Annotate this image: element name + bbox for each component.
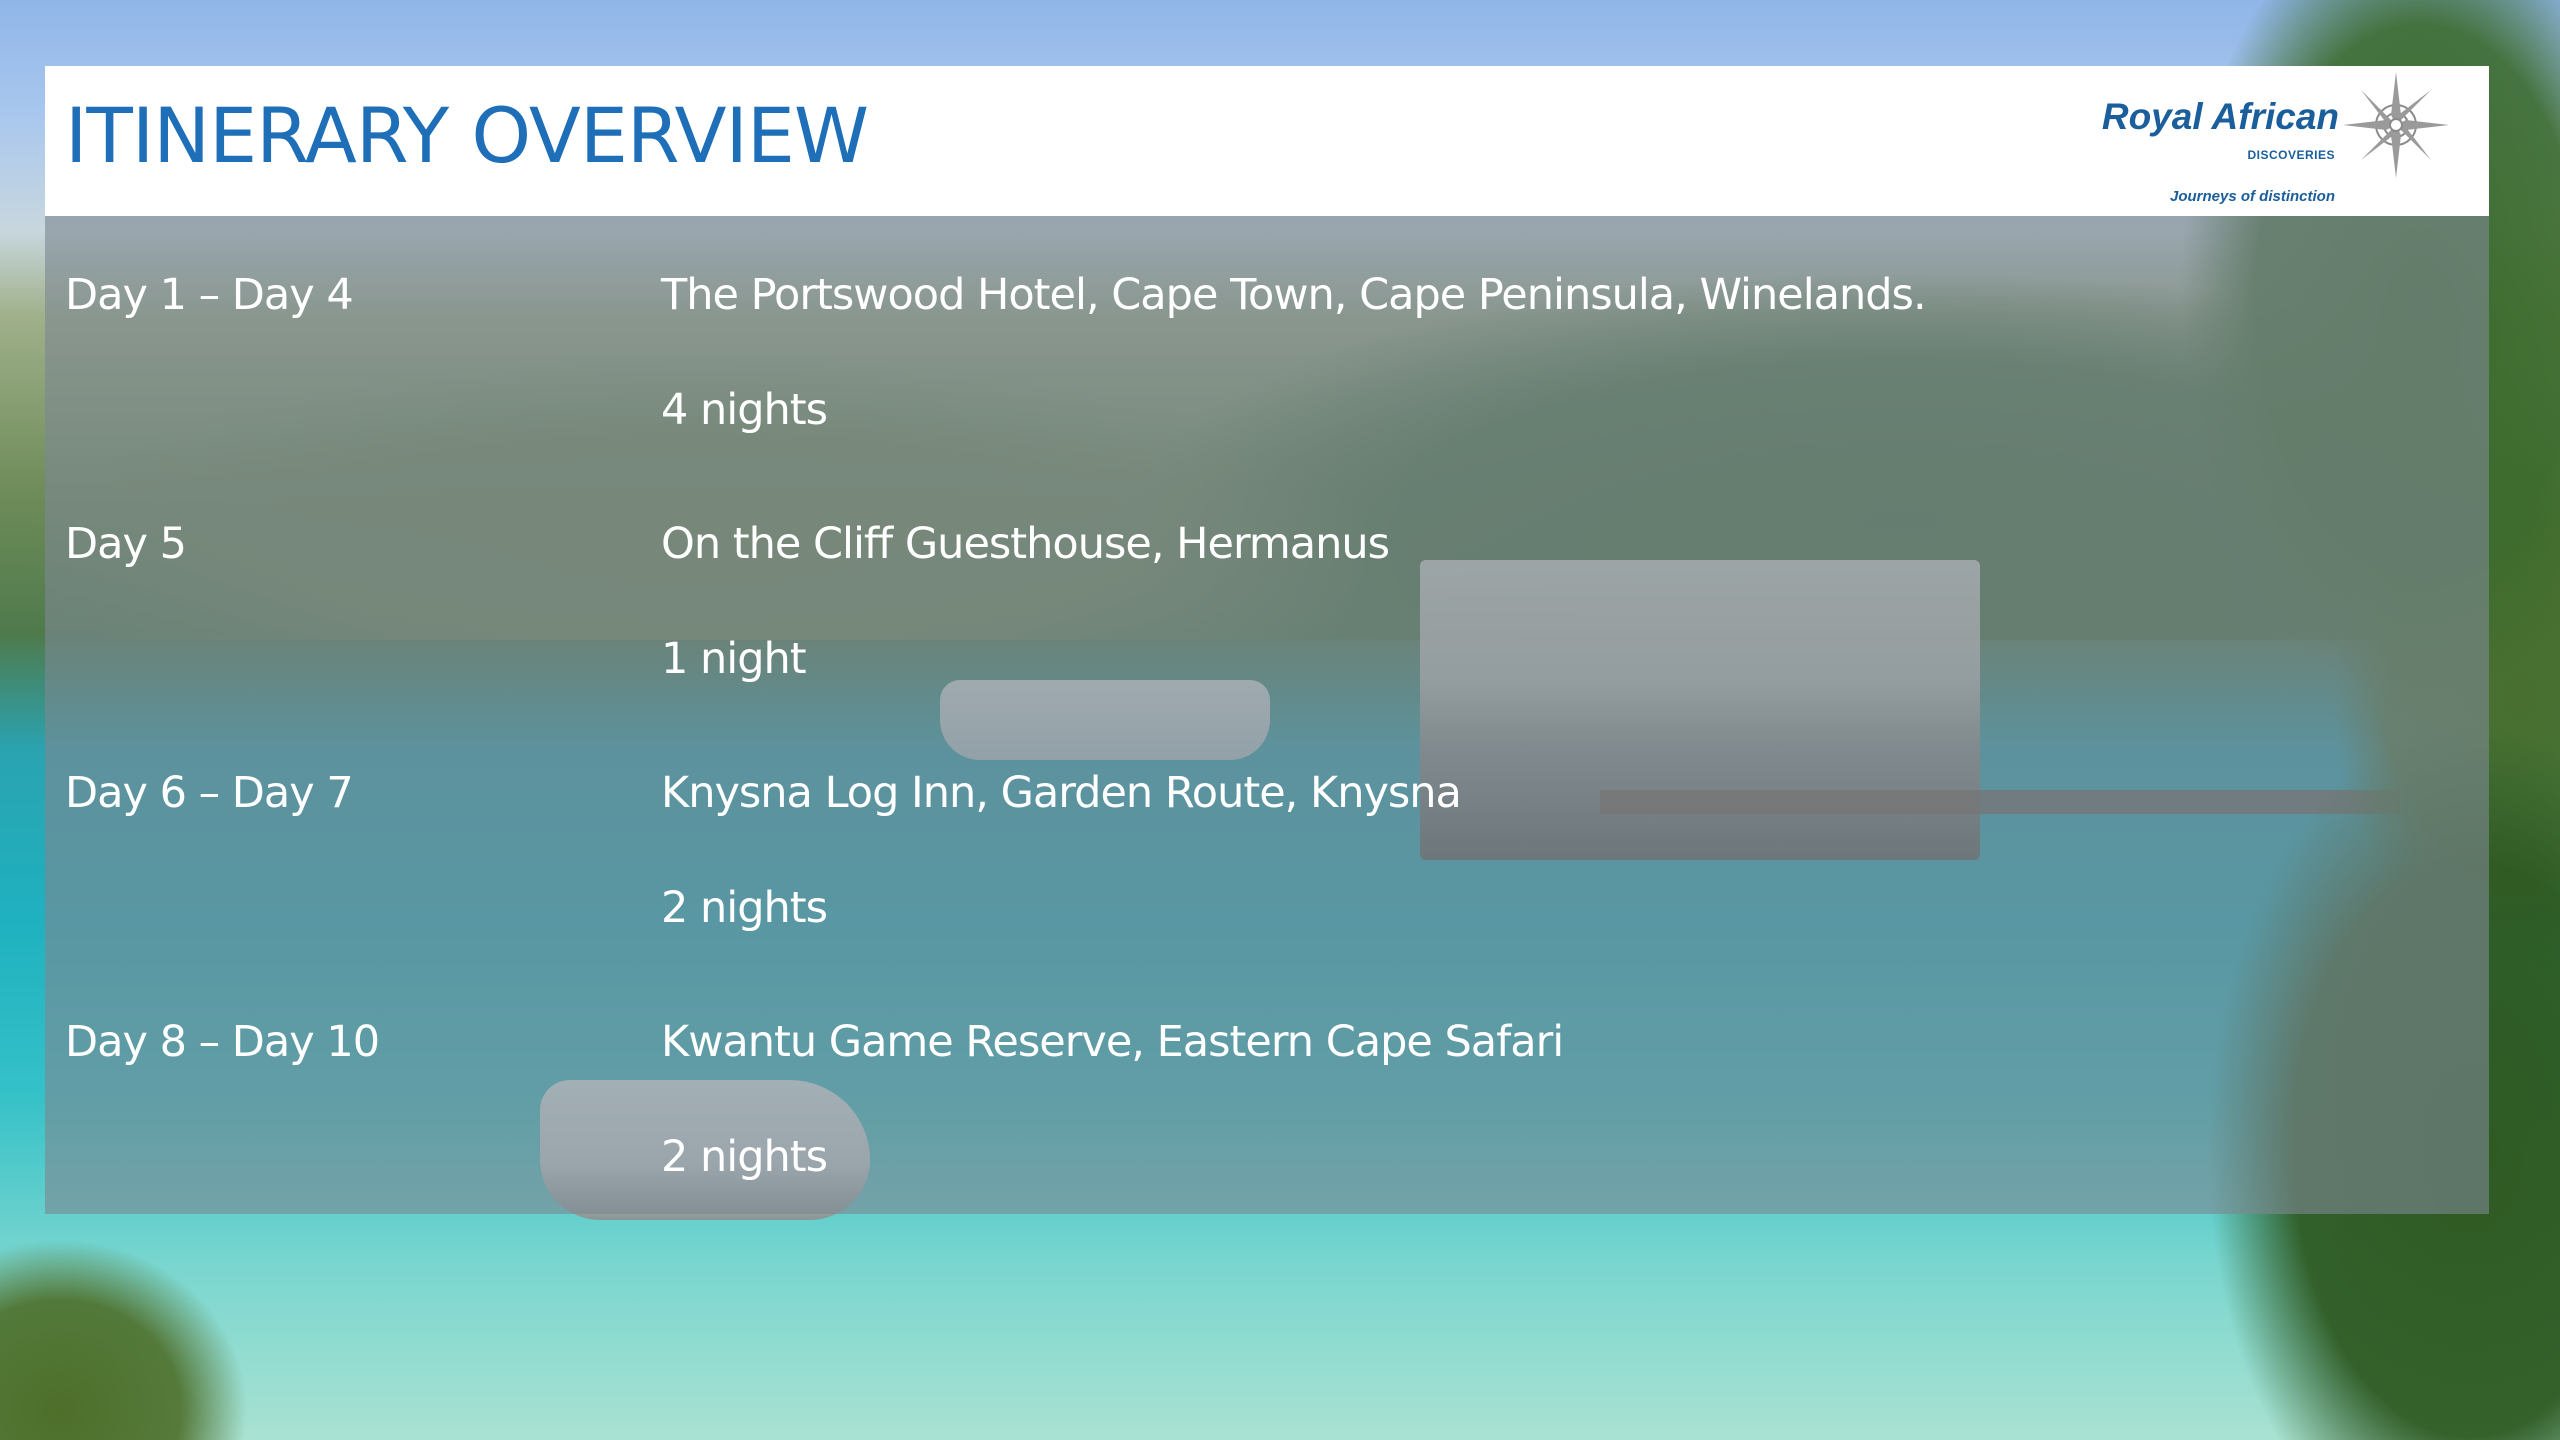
itinerary-nights-2: 1 night	[661, 634, 807, 684]
header-bar: ITINERARY OVERVIEW Royal African DISCOVE…	[45, 66, 2489, 216]
itinerary-place-1: The Portswood Hotel, Cape Town, Cape Pen…	[661, 270, 1927, 320]
company-logo: Royal African DISCOVERIES Journeys of di…	[2091, 70, 2471, 210]
logo-tagline: Journeys of distinction	[2169, 188, 2335, 205]
itinerary-nights-4: 2 nights	[661, 1132, 828, 1182]
slide: ITINERARY OVERVIEW Royal African DISCOVE…	[0, 0, 2560, 1440]
itinerary-place-4: Kwantu Game Reserve, Eastern Cape Safari	[661, 1017, 1564, 1067]
itinerary-place-3: Knysna Log Inn, Garden Route, Knysna	[661, 768, 1462, 818]
itinerary-place-2: On the Cliff Guesthouse, Hermanus	[661, 519, 1390, 569]
itinerary-nights-1: 4 nights	[661, 385, 828, 435]
itinerary-day-3: Day 6 – Day 7	[65, 768, 354, 818]
itinerary-panel: Day 1 – Day 4 The Portswood Hotel, Cape …	[45, 216, 2489, 1214]
itinerary-day-2: Day 5	[65, 519, 187, 569]
page-title: ITINERARY OVERVIEW	[65, 91, 869, 180]
logo-subtitle: DISCOVERIES	[2247, 148, 2335, 162]
itinerary-nights-3: 2 nights	[661, 883, 828, 933]
background-trees-left	[0, 1180, 320, 1440]
itinerary-day-4: Day 8 – Day 10	[65, 1017, 380, 1067]
itinerary-day-1: Day 1 – Day 4	[65, 270, 354, 320]
compass-rose-icon	[2343, 72, 2449, 178]
logo-name: Royal African	[2101, 96, 2339, 137]
